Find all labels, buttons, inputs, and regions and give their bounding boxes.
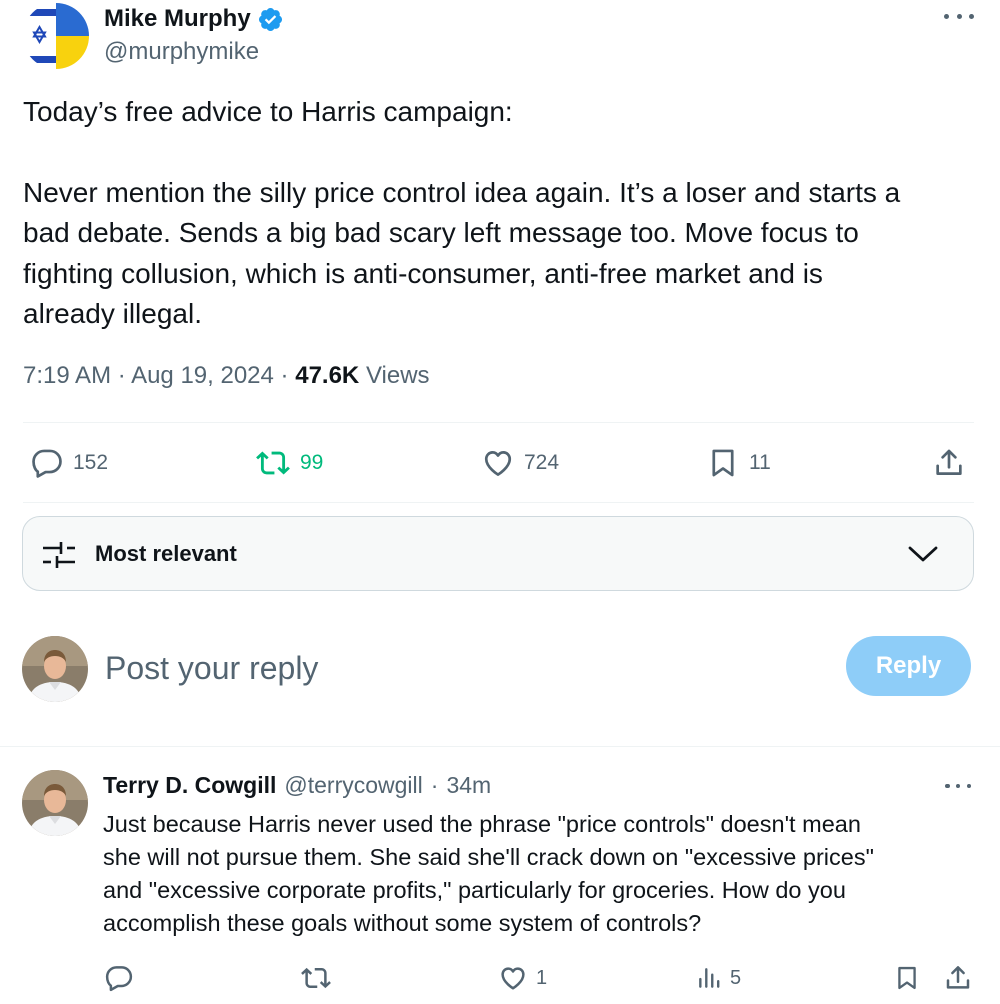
- tweet-text-line: Never mention the silly price control id…: [23, 177, 901, 208]
- like-icon: [501, 967, 525, 990]
- reply-bookmark-button[interactable]: [893, 960, 921, 996]
- reply-submit-button[interactable]: Reply: [846, 636, 971, 696]
- like-icon: [484, 451, 512, 476]
- bookmark-button[interactable]: 11: [706, 440, 771, 486]
- tweet-actions: 152 99 724 11: [0, 440, 1000, 486]
- share-icon: [946, 966, 970, 989]
- reply-icon: [105, 966, 133, 992]
- like-button[interactable]: 724: [481, 440, 559, 486]
- retweet-icon: [256, 451, 290, 475]
- bookmark-count: 11: [749, 451, 771, 474]
- reply-actions: 1 5: [0, 960, 1000, 996]
- author-name[interactable]: Mike Murphy: [104, 5, 284, 33]
- views-count: 47.6K: [295, 362, 360, 389]
- share-button[interactable]: [932, 440, 966, 486]
- reply-text-line: and "excessive corporate profits," parti…: [103, 877, 846, 903]
- tweet-date[interactable]: Aug 19, 2024: [131, 362, 274, 389]
- retweet-button[interactable]: 99: [255, 440, 323, 486]
- views-label: Views: [365, 362, 430, 389]
- tweet-text-line: bad debate. Sends a big bad scary left m…: [23, 217, 859, 248]
- bookmark-icon: [712, 449, 734, 477]
- reply-author-name[interactable]: Terry D. Cowgill: [103, 772, 276, 799]
- sort-sliders-icon: [43, 542, 75, 568]
- reply-text-line: accomplish these goals without some syst…: [103, 910, 702, 936]
- bookmark-icon: [898, 966, 916, 990]
- reply-like-button[interactable]: 1: [498, 960, 547, 996]
- retweet-count: 99: [300, 451, 324, 474]
- divider: [23, 422, 974, 423]
- person-avatar-icon: [22, 636, 88, 702]
- views-icon: [699, 968, 720, 988]
- reply-count: 152: [73, 451, 109, 474]
- reply-retweet-button[interactable]: [300, 960, 332, 996]
- reply-icon: [32, 449, 62, 478]
- tweet-time[interactable]: 7:19 AM: [23, 362, 111, 389]
- reply-author-handle[interactable]: @terrycowgill: [284, 772, 422, 799]
- more-icon-dot: [966, 783, 971, 789]
- like-count: 724: [524, 451, 560, 474]
- more-icon: [944, 13, 949, 19]
- sort-dropdown[interactable]: Most relevant: [22, 516, 974, 591]
- more-icon-dot: [956, 13, 962, 19]
- author-handle[interactable]: @murphymike: [104, 38, 259, 66]
- reply-text-line: Just because Harris never used the phras…: [103, 811, 861, 837]
- divider: [0, 746, 1000, 747]
- reply-share-button[interactable]: [943, 960, 973, 996]
- author-avatar[interactable]: [23, 3, 89, 69]
- sort-label: Most relevant: [95, 541, 237, 566]
- tweet-text-line: already illegal.: [23, 298, 202, 329]
- more-icon-dot: [969, 13, 974, 19]
- meta-separator: ·: [280, 362, 289, 389]
- retweet-icon: [301, 967, 331, 989]
- meta-separator: ·: [117, 362, 126, 389]
- reply-views-button[interactable]: 5: [696, 960, 741, 996]
- tweet-meta: 7:19 AM · Aug 19, 2024 · 47.6K Views: [23, 362, 430, 390]
- more-options-button[interactable]: [944, 4, 974, 28]
- reply-separator: ·: [430, 772, 439, 798]
- share-icon: [936, 449, 962, 475]
- chevron-down-icon: [908, 546, 938, 562]
- reply-reply-button[interactable]: [104, 960, 134, 996]
- reply-views-count: 5: [730, 966, 742, 989]
- reply-text-line: she will not pursue them. She said she'l…: [103, 844, 874, 870]
- reply-input[interactable]: [105, 646, 805, 690]
- flag-avatar-icon: [23, 3, 89, 69]
- more-icon: [945, 783, 950, 789]
- more-icon-dot: [955, 783, 961, 789]
- reply-header: Terry D. Cowgill @terrycowgill · 34m: [103, 772, 491, 799]
- divider: [23, 502, 974, 503]
- user-avatar[interactable]: [22, 636, 88, 702]
- reply-age[interactable]: 34m: [446, 772, 491, 799]
- reply-more-options-button[interactable]: [945, 776, 971, 796]
- reply-button[interactable]: 152: [30, 440, 108, 486]
- reply-like-count: 1: [536, 966, 548, 989]
- tweet-text-line: Today’s free advice to Harris campaign:: [23, 96, 513, 127]
- author-name-text[interactable]: Mike Murphy: [104, 5, 251, 33]
- reply-author-avatar[interactable]: [22, 770, 88, 836]
- person-avatar-icon: [22, 770, 88, 836]
- tweet-text-line: fighting collusion, which is anti-consum…: [23, 258, 823, 289]
- verified-badge-icon: [258, 7, 282, 31]
